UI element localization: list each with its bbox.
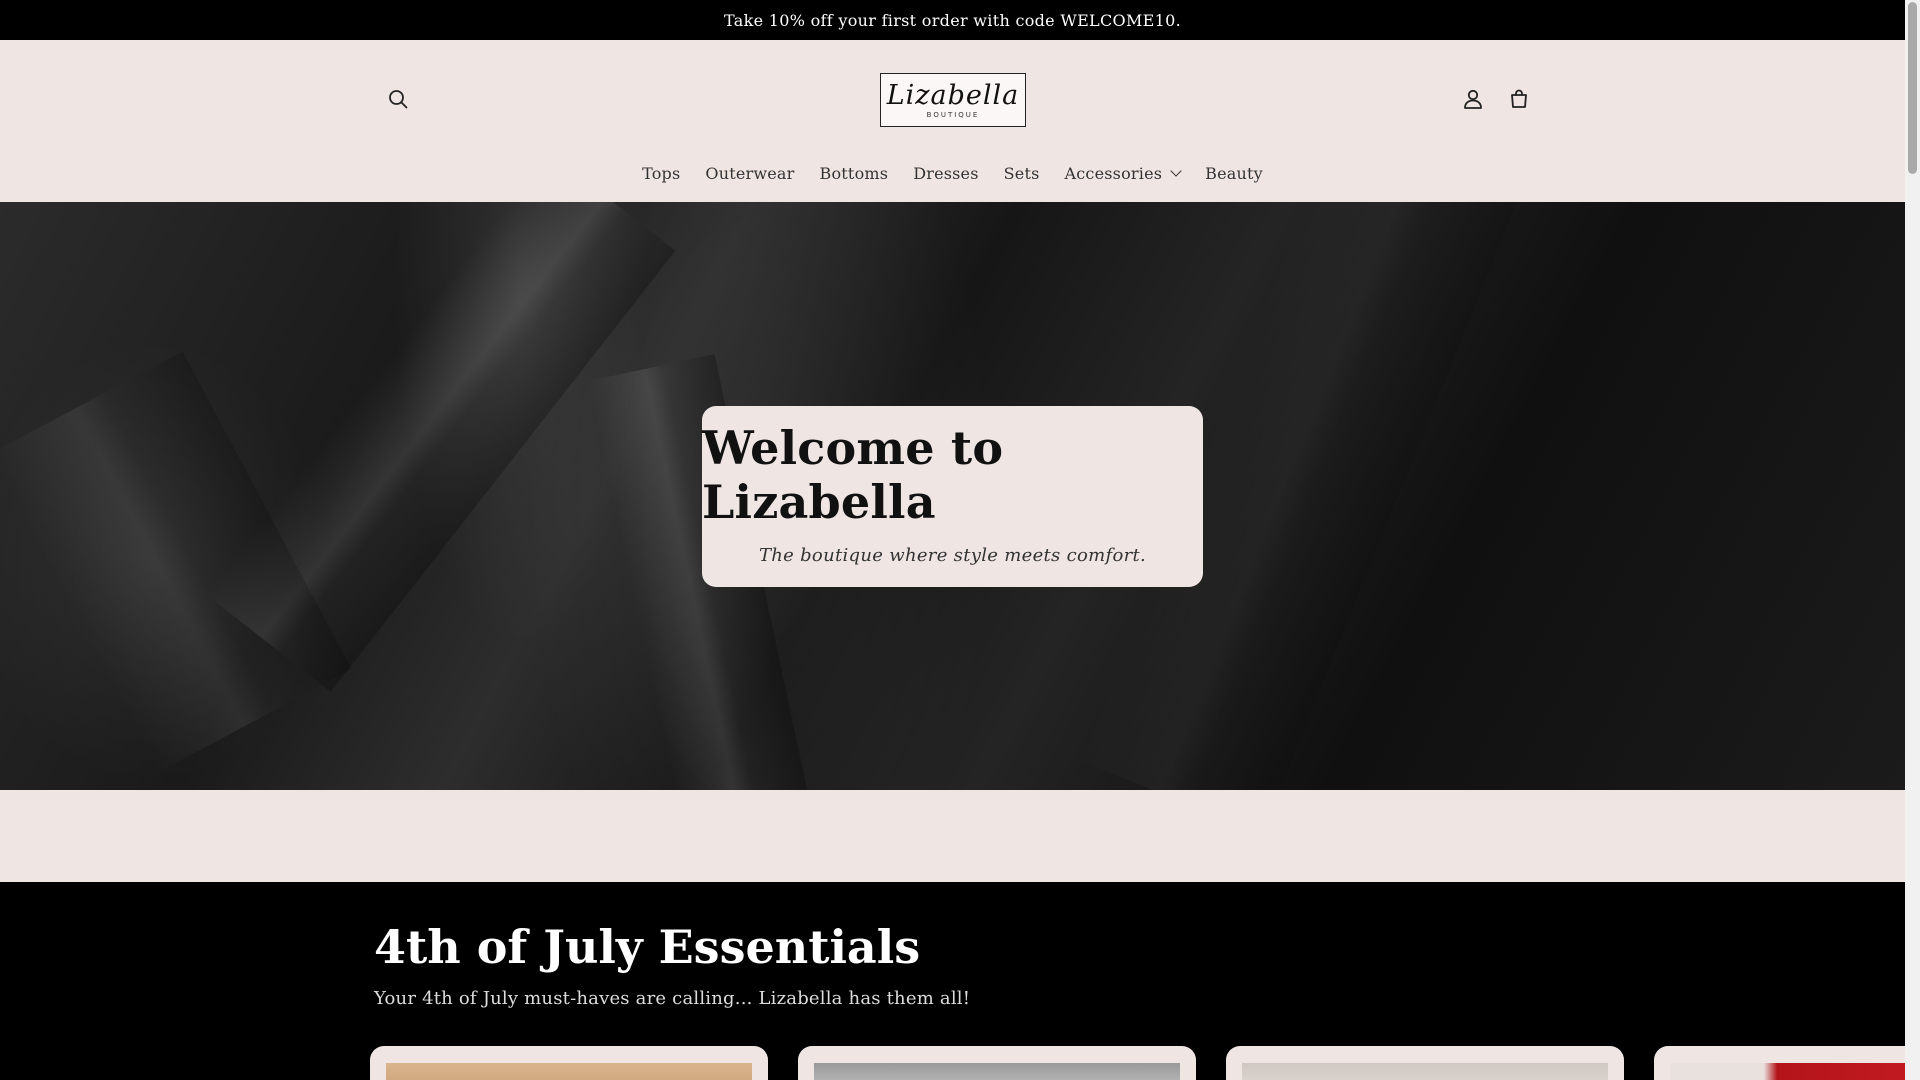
nav-item-label: Bottoms xyxy=(819,163,889,183)
cart-icon xyxy=(1511,89,1527,108)
logo-script-text: Lizabella xyxy=(886,79,1020,111)
product-image[interactable] xyxy=(814,1063,1180,1080)
product-card[interactable] xyxy=(370,1046,768,1080)
nav-item-outerwear[interactable]: Outerwear xyxy=(693,164,807,183)
site-header: Lizabella BOUTIQUE Tops Outerwear Bottom… xyxy=(0,40,1905,202)
nav-item-accessories[interactable]: Accessories xyxy=(1052,164,1193,183)
account-button[interactable] xyxy=(1456,82,1490,116)
nav-item-label: Outerwear xyxy=(705,163,795,183)
product-image[interactable] xyxy=(386,1063,752,1080)
product-card[interactable] xyxy=(798,1046,1196,1080)
search-icon xyxy=(389,90,408,109)
nav-item-beauty[interactable]: Beauty xyxy=(1193,164,1276,183)
featured-collection: 4th of July Essentials Your 4th of July … xyxy=(0,882,1920,1080)
collection-title: 4th of July Essentials xyxy=(374,920,921,974)
hero-title: Welcome to Lizabella xyxy=(702,421,1004,529)
nav-item-label: Beauty xyxy=(1205,163,1263,183)
cart-button[interactable] xyxy=(1502,82,1536,116)
nav-item-label: Sets xyxy=(1003,163,1040,183)
search-button[interactable] xyxy=(381,82,415,116)
product-image[interactable] xyxy=(1242,1063,1608,1080)
product-card[interactable] xyxy=(1226,1046,1624,1080)
nav-item-bottoms[interactable]: Bottoms xyxy=(807,164,901,183)
collection-description: Your 4th of July must-haves are calling.… xyxy=(374,988,971,1009)
hero-text-card: Welcome to Lizabella The boutique where … xyxy=(702,406,1203,587)
site-logo[interactable]: Lizabella BOUTIQUE xyxy=(880,73,1026,127)
announcement-bar: Take 10% off your first order with code … xyxy=(0,0,1905,40)
user-icon xyxy=(1464,89,1482,109)
chevron-down-icon xyxy=(1170,165,1182,177)
page-scrollbar[interactable] xyxy=(1905,0,1920,1080)
product-card[interactable] xyxy=(1654,1046,1920,1080)
nav-item-label: Tops xyxy=(642,163,681,183)
section-spacer xyxy=(0,790,1905,882)
main-navigation: Tops Outerwear Bottoms Dresses Sets Acce… xyxy=(0,158,1905,188)
nav-item-dresses[interactable]: Dresses xyxy=(901,164,991,183)
hero-banner: Welcome to Lizabella The boutique where … xyxy=(0,202,1905,790)
nav-item-sets[interactable]: Sets xyxy=(991,164,1052,183)
product-image[interactable] xyxy=(1670,1063,1920,1080)
scrollbar-thumb[interactable] xyxy=(1908,2,1917,174)
logo-subtitle: BOUTIQUE xyxy=(926,110,980,119)
nav-item-label: Accessories xyxy=(1064,163,1163,183)
announcement-text: Take 10% off your first order with code … xyxy=(724,10,1181,30)
hero-subtitle: The boutique where style meets comfort. xyxy=(758,545,1147,566)
nav-item-label: Dresses xyxy=(913,163,979,183)
nav-item-tops[interactable]: Tops xyxy=(630,164,693,183)
